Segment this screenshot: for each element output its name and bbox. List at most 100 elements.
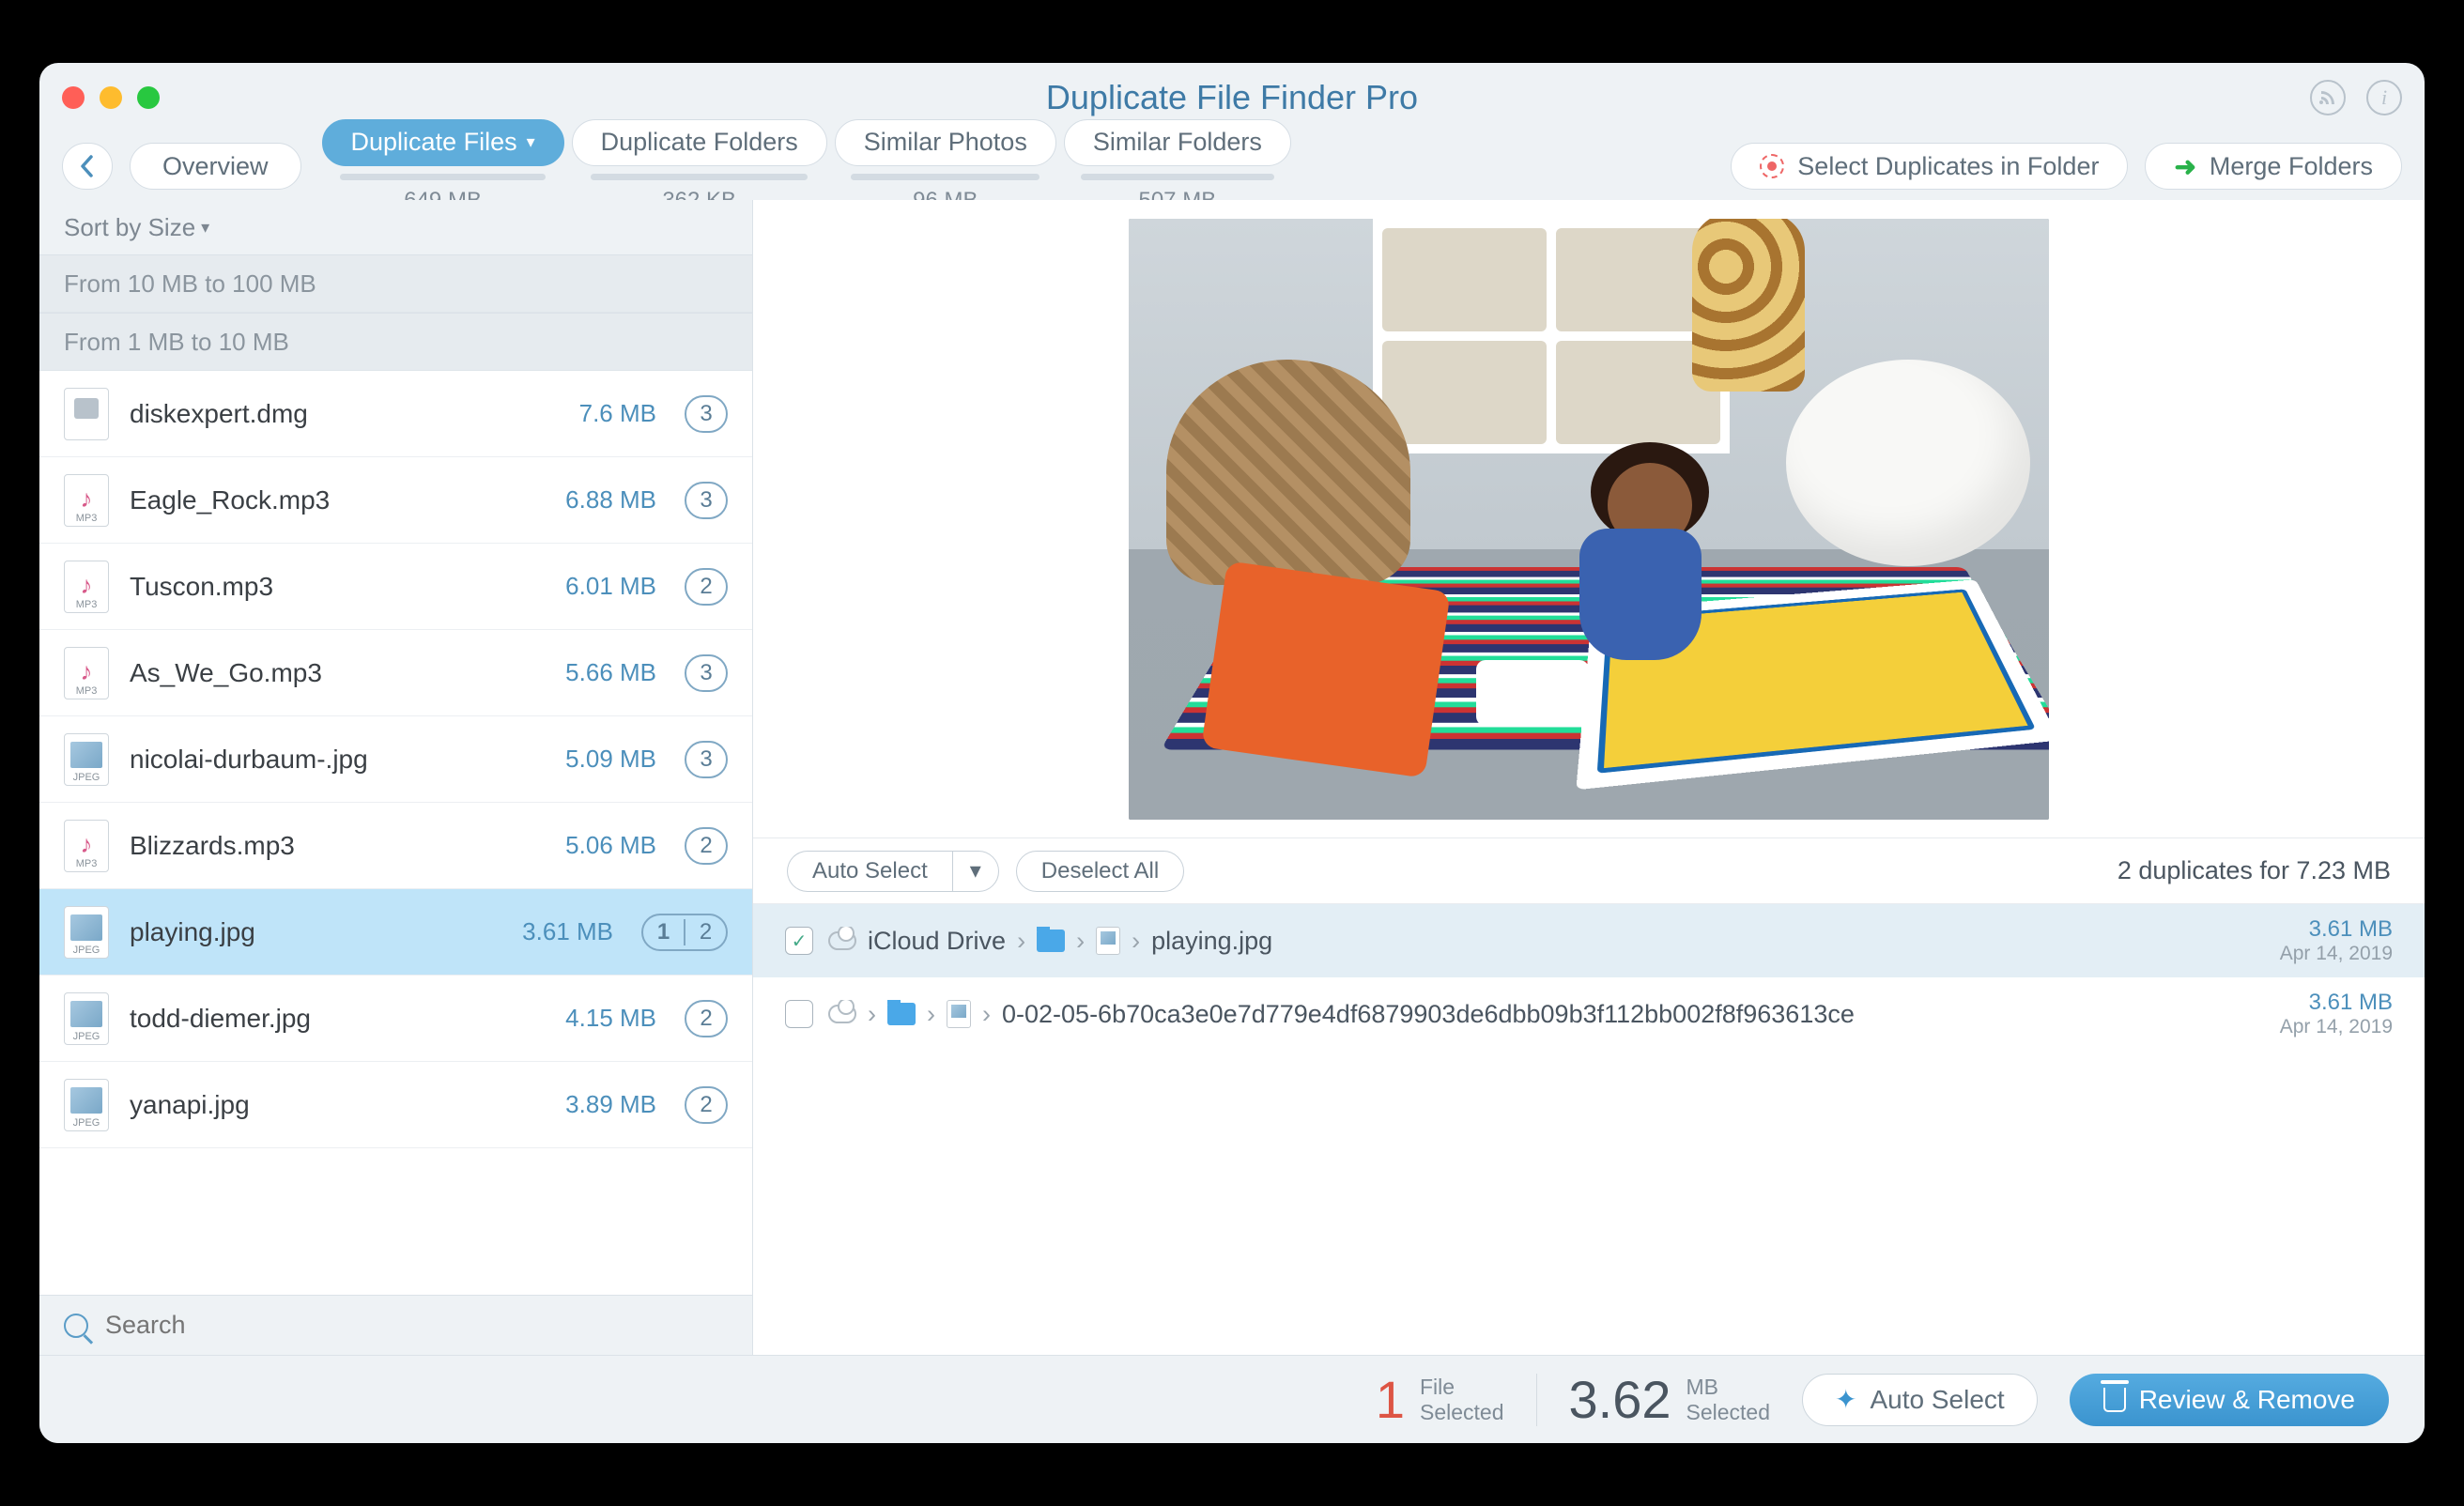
auto-select-segmented: Auto Select ▾: [787, 851, 999, 892]
stat-number: 3.62: [1569, 1369, 1671, 1430]
overview-button[interactable]: Overview: [130, 143, 301, 190]
path-segment: playing.jpg: [1151, 927, 1272, 956]
duplicate-path: iCloud Drive › › › playing.jpg: [828, 927, 2265, 956]
image-file-icon: [947, 1000, 971, 1028]
button-label: Select Duplicates in Folder: [1797, 152, 2099, 181]
merge-icon: ➜: [2174, 151, 2195, 182]
divider: [1536, 1374, 1537, 1426]
size-section-header: From 1 MB to 10 MB: [39, 313, 752, 371]
mb-selected-stat: 3.62 MB Selected: [1569, 1369, 1771, 1430]
button-label: Review & Remove: [2139, 1385, 2355, 1415]
back-button[interactable]: [62, 143, 113, 190]
file-name: todd-diemer.jpg: [130, 1004, 545, 1034]
file-size: 6.01 MB: [565, 572, 656, 601]
sort-label: Sort by Size: [64, 213, 195, 242]
duplicates-list: ✓ iCloud Drive › › › playing.jpg 3.61 MBApr 14…: [753, 904, 2425, 1355]
file-size: 4.15 MB: [565, 1004, 656, 1033]
footer-bar: 1 File Selected 3.62 MB Selected ✦ Auto …: [39, 1355, 2425, 1443]
footer-auto-select-button[interactable]: ✦ Auto Select: [1802, 1374, 2038, 1426]
trash-icon: [2103, 1388, 2126, 1412]
tab-usage-bar: [851, 174, 1040, 180]
search-icon: [64, 1314, 88, 1338]
file-size: 6.88 MB: [565, 485, 656, 515]
duplicate-count-badge: 3: [685, 654, 728, 692]
file-size: 7.6 MB: [579, 399, 656, 428]
duplicate-count-badge: 2: [685, 1000, 728, 1037]
target-icon: [1760, 154, 1784, 178]
image-preview: [753, 200, 2425, 838]
file-row[interactable]: JPEG todd-diemer.jpg 4.15 MB 2: [39, 976, 752, 1062]
folder-icon: [887, 1003, 916, 1025]
stat-label: MB: [1686, 1375, 1771, 1399]
file-size: 5.06 MB: [565, 831, 656, 860]
duplicate-meta: 3.61 MBApr 14, 2019: [2280, 990, 2393, 1038]
path-segment: 0-02-05-6b70ca3e0e7d779e4df6879903de6dbb…: [1002, 1000, 1855, 1029]
image-file-icon: [1096, 927, 1120, 955]
row-checkbox[interactable]: ✓: [785, 927, 813, 955]
duplicate-path: › › › 0-02-05-6b70ca3e0e7d779e4df6879903de6…: [828, 1000, 2265, 1029]
chevron-right-icon: ›: [1076, 927, 1085, 956]
titlebar: Duplicate File Finder Pro i: [39, 63, 2425, 132]
search-input[interactable]: [105, 1311, 728, 1340]
img-file-icon: JPEG: [64, 992, 109, 1045]
cloud-icon: [828, 1005, 856, 1023]
stat-label: File: [1420, 1375, 1504, 1399]
row-checkbox[interactable]: ✓: [785, 1000, 813, 1028]
stat-number: 1: [1376, 1369, 1405, 1430]
main-toolbar: Overview Duplicate Files▾ 649 MB Duplica…: [39, 132, 2425, 200]
file-row[interactable]: JPEGnicolai-durbaum-.jpg5.09 MB3: [39, 716, 752, 803]
file-size: 3.89 MB: [565, 1090, 656, 1119]
file-row[interactable]: MP3Blizzards.mp35.06 MB2: [39, 803, 752, 889]
file-size: 5.66 MB: [565, 658, 656, 687]
deselect-all-button[interactable]: Deselect All: [1016, 851, 1184, 892]
stat-label: Selected: [1686, 1400, 1771, 1424]
size-section-header: From 10 MB to 100 MB: [39, 254, 752, 313]
duplicate-meta: 3.61 MBApr 14, 2019: [2280, 916, 2393, 965]
path-segment: iCloud Drive: [868, 927, 1006, 956]
file-name: Blizzards.mp3: [130, 831, 545, 861]
dmg-file-icon: [64, 388, 109, 440]
duplicate-count-badge: 3: [685, 395, 728, 433]
file-name: Eagle_Rock.mp3: [130, 485, 545, 515]
duplicates-toolbar: Auto Select ▾ Deselect All 2 duplicates …: [753, 838, 2425, 904]
img-file-icon: JPEG: [64, 906, 109, 959]
file-size: 5.09 MB: [565, 745, 656, 774]
file-row[interactable]: JPEGplaying.jpg3.61 MB12: [39, 889, 752, 976]
chevron-right-icon: ›: [927, 1000, 935, 1029]
file-row[interactable]: MP3 Tuscon.mp3 6.01 MB 2: [39, 544, 752, 630]
file-name: playing.jpg: [130, 917, 501, 947]
merge-folders-button[interactable]: ➜ Merge Folders: [2145, 143, 2402, 190]
folder-icon: [1037, 930, 1065, 952]
file-list[interactable]: diskexpert.dmg7.6 MB3MP3Eagle_Rock.mp36.…: [39, 371, 752, 1295]
duplicate-row[interactable]: ✓ iCloud Drive › › › playing.jpg 3.61 MBApr 14…: [753, 904, 2425, 977]
file-row[interactable]: MP3Eagle_Rock.mp36.88 MB3: [39, 457, 752, 544]
mp3-file-icon: MP3: [64, 561, 109, 613]
chevron-right-icon: ›: [868, 1000, 876, 1029]
mp3-file-icon: MP3: [64, 647, 109, 699]
duplicates-summary: 2 duplicates for 7.23 MB: [2118, 856, 2391, 885]
file-row[interactable]: diskexpert.dmg7.6 MB3: [39, 371, 752, 457]
chevron-right-icon: ›: [1017, 927, 1025, 956]
file-name: Tuscon.mp3: [130, 572, 545, 602]
mp3-file-icon: MP3: [64, 474, 109, 527]
sort-selector[interactable]: Sort by Size ▾: [39, 200, 752, 254]
cloud-icon: [828, 931, 856, 950]
chevron-down-icon: ▾: [201, 218, 209, 238]
file-row[interactable]: JPEGyanapi.jpg3.89 MB2: [39, 1062, 752, 1148]
chevron-right-icon: ›: [1132, 927, 1140, 956]
button-label: Auto Select: [1870, 1385, 2004, 1415]
auto-select-button[interactable]: Auto Select: [787, 851, 952, 892]
file-name: As_We_Go.mp3: [130, 658, 545, 688]
duplicate-count-badge: 2: [685, 568, 728, 606]
file-row[interactable]: MP3 As_We_Go.mp3 5.66 MB 3: [39, 630, 752, 716]
files-selected-stat: 1 File Selected: [1376, 1369, 1504, 1430]
tab-usage-bar: [1081, 174, 1274, 180]
select-duplicates-in-folder-button[interactable]: Select Duplicates in Folder: [1731, 143, 2128, 190]
chevron-down-icon: ▾: [527, 132, 535, 152]
review-remove-button[interactable]: Review & Remove: [2070, 1374, 2389, 1426]
button-label: Merge Folders: [2210, 152, 2373, 181]
duplicate-row[interactable]: ✓ › › › 0-02-05-6b70ca3e0e7d779e4df6879903de…: [753, 977, 2425, 1051]
auto-select-dropdown[interactable]: ▾: [952, 851, 999, 892]
stat-label: Selected: [1420, 1400, 1504, 1424]
chevron-right-icon: ›: [982, 1000, 991, 1029]
